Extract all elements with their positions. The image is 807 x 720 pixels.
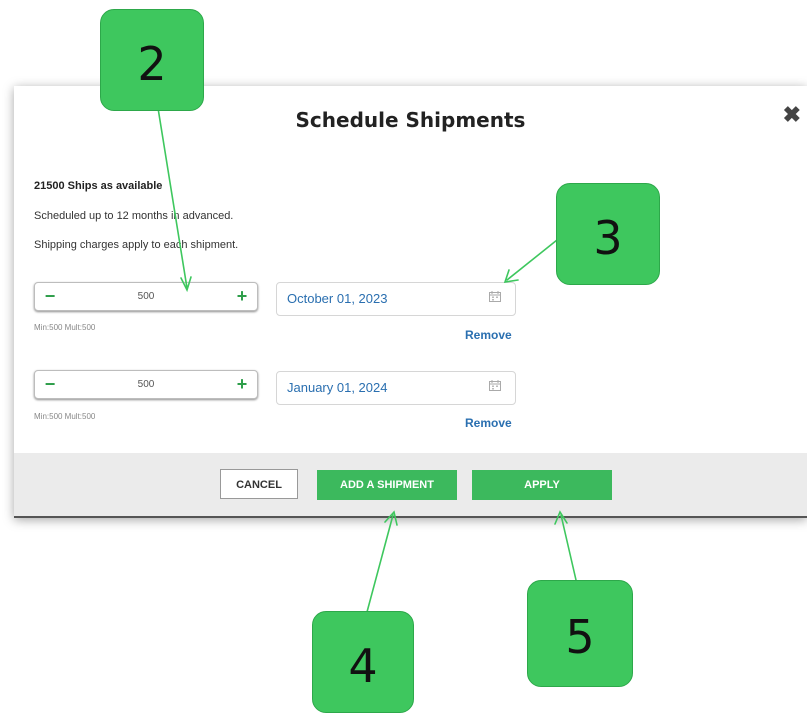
callout-2: 2 bbox=[100, 9, 204, 111]
arrow-line bbox=[560, 514, 577, 581]
callout-5: 5 bbox=[527, 580, 633, 687]
arrow-line bbox=[506, 239, 558, 281]
callout-4: 4 bbox=[312, 611, 414, 713]
arrow-line bbox=[157, 107, 188, 289]
callout-3: 3 bbox=[556, 183, 660, 285]
arrow-line bbox=[366, 514, 394, 613]
